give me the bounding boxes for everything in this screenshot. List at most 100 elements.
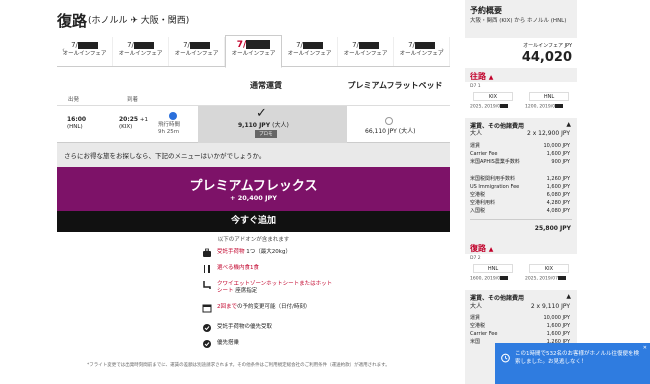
depart-heading: 出発 <box>68 97 80 103</box>
tab-fare: オールインフェア <box>174 51 219 57</box>
arr-code: (KIX) <box>119 124 133 130</box>
tab-date: 7/ <box>127 41 134 49</box>
fee-row: 空港税 6,080 JPY <box>470 192 570 198</box>
calendar-icon <box>202 304 212 313</box>
fare-section-heading: 運賃、その他諸費用 <box>470 295 525 302</box>
flight-number: D7 2 <box>470 256 481 261</box>
destination: KIX <box>529 264 569 273</box>
date-tab[interactable]: 7/ オールインフェア <box>169 37 225 66</box>
chevron-left-icon[interactable]: ‹ <box>62 46 65 54</box>
check-icon <box>203 324 211 332</box>
page-title: 復路 <box>57 12 88 30</box>
date-tabs: ‹ 7/ オールインフェア 7/ オールインフェア 7/ オールインフェア 7/… <box>57 35 450 68</box>
fee-row: 米国APHIS農業手数料 900 JPY <box>470 159 570 165</box>
fee-row: 空港税 1,600 JPY <box>470 323 570 329</box>
dep-code: (HNL) <box>67 124 83 130</box>
arr-plus: +1 <box>139 117 148 123</box>
booking-summary-sidebar: 予約概要 大阪・関西 (KIX) から ホノルル (HNL) オールインフェア … <box>465 0 577 384</box>
origin-date: 2025, 2019/0 <box>470 104 509 110</box>
route-subtitle: (ホノルル ✈ 大阪・関西) <box>88 16 190 26</box>
duration: 飛行時間 9h 25m <box>158 122 180 136</box>
arrive-heading: 到着 <box>127 97 139 103</box>
tab-date: 7/ <box>71 41 78 49</box>
premium-fare-price: 66,110 JPY (大人) <box>365 128 416 135</box>
standard-fare-option[interactable]: ✓ 9,110 JPY (大人) プロモ <box>198 106 347 143</box>
fee-row: 入国税 4,080 JPY <box>470 208 570 214</box>
date-tab[interactable]: 7/ オールインフェア <box>113 37 169 66</box>
seat-icon <box>203 281 211 289</box>
origin-date: 1600, 2019/0 <box>470 276 509 282</box>
destination: HNL <box>529 92 569 101</box>
adult-row: 大人 2 x 12,900 JPY <box>470 130 570 137</box>
flight-info-icon[interactable] <box>169 112 177 120</box>
flight-number: D7 1 <box>470 84 481 89</box>
promo-badge: プロモ <box>255 130 277 138</box>
tab-fare: オールインフェア <box>118 51 163 57</box>
summary-route: 大阪・関西 (KIX) から ホノルル (HNL) <box>470 18 567 24</box>
fee-row: Carrier Fee 1,600 JPY <box>470 331 570 337</box>
included-heading: 以下のアドオンが含まれます <box>217 237 290 243</box>
standard-fare-heading: 通常運賃 <box>250 81 282 90</box>
check-icon: ✓ <box>256 106 267 121</box>
upsell-panel: さらにお得な旅をお探しなら、下記のメニューはいかがでしょうか。 プレミアムフレッ… <box>57 143 450 384</box>
total-box: オールインフェア JPY 44,020 <box>465 38 577 68</box>
standard-fare-price: 9,110 JPY (大人) <box>238 122 289 129</box>
tab-fare: オールインフェア <box>343 51 388 57</box>
fee-row: Carrier Fee 1,600 JPY <box>470 151 570 157</box>
tab-date: 7/ <box>352 41 359 49</box>
destination-date: 1200, 2019/0 <box>525 104 564 110</box>
bundle-price: + 20,400 JPY <box>230 194 277 202</box>
fee-row: US Immigration Fee 1,600 JPY <box>470 184 570 190</box>
outbound-subtotal: 25,800 JPY <box>534 225 571 232</box>
check-icon <box>203 340 211 348</box>
arrival: 20:25 +1 (KIX) <box>119 116 148 131</box>
outbound-heading[interactable]: 往路 ▲ <box>470 71 493 82</box>
date-tab[interactable]: 7/ オールインフェア <box>282 37 338 66</box>
date-tab[interactable]: 7/ オールインフェア <box>338 37 394 66</box>
adult-row: 大人 2 x 9,110 JPY <box>470 303 570 310</box>
date-tab[interactable]: ‹ 7/ オールインフェア <box>57 37 113 66</box>
premium-fare-radio[interactable] <box>385 117 393 125</box>
bundle-details: 以下のアドオンが含まれます 受託手荷物 1つ（最大20kg） 選べる機内食1食 … <box>57 232 450 384</box>
footnote: *フライト変更では出発時刻間前までに、運賃の差額は別途請求されます。その他条件は… <box>87 363 390 368</box>
flight-row: 16:00 (HNL) 20:25 +1 (KIX) 飛行時間 9h 25m ✓… <box>57 105 450 143</box>
duration-label: 飛行時間 <box>158 122 181 128</box>
duration-value: 9h 25m <box>158 129 180 135</box>
return-flight: D7 2 HNL KIX 1600, 2019/0 2025, 2019/07 <box>465 254 577 290</box>
toast-message: この1時間で532名のお客様がホノルル往復便を検索しました。お見逃しなく！ <box>515 351 639 365</box>
tab-fare: オールインフェア <box>287 51 332 57</box>
add-now-button[interactable]: 今すぐ追加 <box>57 211 450 232</box>
origin: HNL <box>473 264 513 273</box>
total-amount: 44,020 <box>521 50 572 65</box>
date-tab-selected[interactable]: 7/ オールインフェア <box>225 35 282 68</box>
total-label: オールインフェア JPY <box>523 43 572 49</box>
chevron-up-icon[interactable]: ▲ <box>566 293 571 300</box>
dep-time: 16:00 <box>67 116 87 123</box>
alarm-clock-icon <box>501 353 510 363</box>
fee-row: 空港利用料 4,280 JPY <box>470 200 570 206</box>
bundle-name: プレミアムフレックス <box>189 179 318 194</box>
search-activity-toast[interactable]: この1時間で532名のお客様がホノルル往復便を検索しました。お見逃しなく！ ✕ <box>495 343 650 384</box>
tab-fare: オールインフェア <box>231 51 276 57</box>
chevron-right-icon[interactable]: › <box>441 46 444 54</box>
tab-fare: オールインフェア <box>62 51 107 57</box>
return-heading[interactable]: 復路 ▲ <box>470 243 493 254</box>
premium-fare-heading: プレミアムフラットベッド <box>347 81 443 90</box>
date-tab[interactable]: 7/ オールインフェア › <box>394 37 450 66</box>
chevron-up-icon[interactable]: ▲ <box>566 121 571 128</box>
outbound-flight: D7 1 KIX HNL 2025, 2019/0 1200, 2019/0 <box>465 82 577 118</box>
luggage-icon <box>203 248 211 257</box>
fee-row: 米国税関利用手数料 1,260 JPY <box>470 176 570 182</box>
origin: KIX <box>473 92 513 101</box>
premium-flex-banner: プレミアムフレックス + 20,400 JPY <box>57 167 450 211</box>
tab-date: 7/ <box>408 41 415 49</box>
tab-date: 7/ <box>183 41 190 49</box>
meal-icon <box>204 265 210 273</box>
fee-row: 運賃 10,000 JPY <box>470 143 570 149</box>
summary-title: 予約概要 <box>470 6 502 15</box>
tab-date: 7/ <box>296 41 303 49</box>
arr-time: 20:25 <box>119 116 139 123</box>
fare-section-heading: 運賃、その他諸費用 <box>470 123 525 130</box>
departure: 16:00 (HNL) <box>67 116 86 131</box>
close-icon[interactable]: ✕ <box>643 345 647 351</box>
